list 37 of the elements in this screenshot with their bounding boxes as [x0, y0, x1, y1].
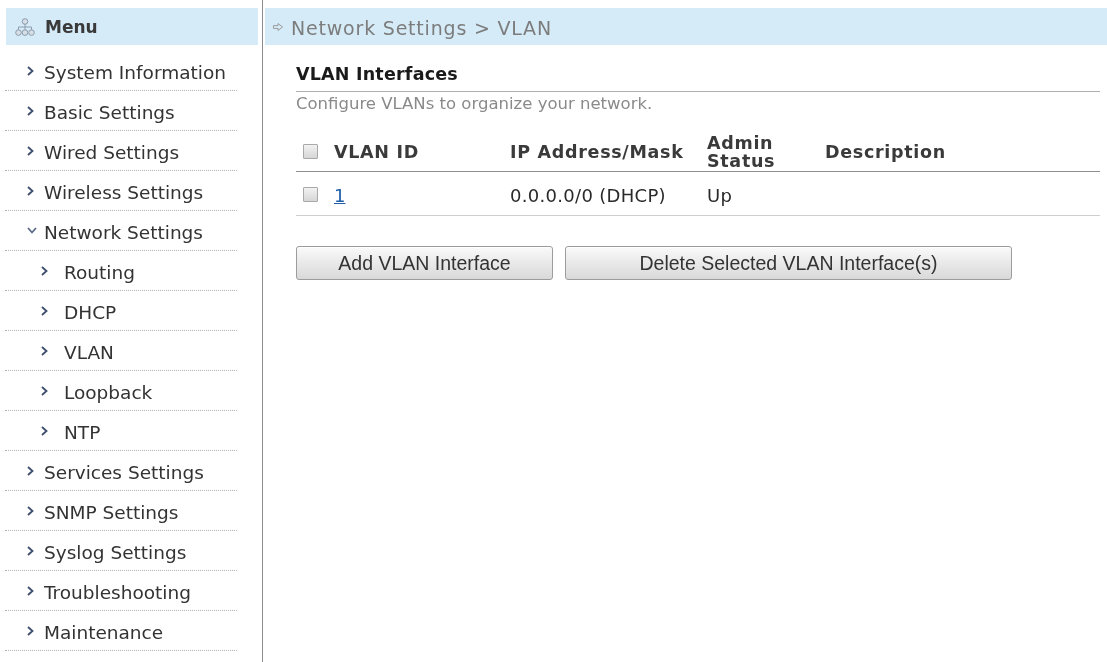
vlan-id-link[interactable]: 1 — [334, 181, 346, 206]
chevron-right-icon — [41, 345, 48, 356]
submenu-item[interactable]: DHCP — [5, 291, 237, 331]
submenu-item[interactable]: Routing — [5, 251, 237, 291]
chevron-right-icon — [41, 425, 48, 436]
row-checkbox[interactable] — [303, 187, 318, 202]
column-header: IP Address/Mask — [510, 142, 685, 161]
chevron-right-icon — [41, 305, 48, 316]
sitemap-icon — [15, 17, 35, 36]
section-title: VLAN Interfaces — [296, 45, 1100, 92]
menu-item[interactable]: Maintenance — [5, 611, 237, 651]
menu-item[interactable]: Wireless Settings — [5, 171, 237, 211]
menu-item[interactable]: Wired Settings — [5, 131, 237, 171]
column-header: Description — [825, 142, 947, 161]
section-description: Configure VLANs to organize your network. — [296, 95, 654, 113]
delete-button[interactable]: Delete Selected VLAN Interface(s) — [565, 246, 1012, 280]
menu-item[interactable]: Troubleshooting — [5, 571, 237, 611]
arrow-icon — [273, 22, 283, 31]
add-button[interactable]: Add VLAN Interface — [296, 246, 553, 280]
submenu-item[interactable]: VLAN — [5, 331, 237, 371]
column-header: VLAN ID — [334, 142, 420, 161]
ip-address-cell-text: 0.0.0.0/0 (DHCP) — [510, 184, 666, 206]
menu-item[interactable]: System Information — [5, 51, 237, 91]
menu-title: Menu — [45, 16, 98, 37]
menu-item[interactable]: Services Settings — [5, 451, 237, 491]
select-all-checkbox[interactable] — [303, 144, 318, 159]
chevron-right-icon — [41, 385, 48, 396]
menu-item[interactable]: Syslog Settings — [5, 531, 237, 571]
submenu-item[interactable]: NTP — [5, 411, 237, 451]
menu-item[interactable]: Network Settings — [5, 211, 237, 251]
admin-status-cell-text: Up — [707, 184, 733, 206]
column-header: Admin Status — [707, 133, 777, 170]
menu-item[interactable]: SNMP Settings — [5, 491, 237, 531]
menu-item[interactable]: Basic Settings — [5, 91, 237, 131]
breadcrumb: Network Settings > VLAN — [291, 15, 552, 39]
chevron-right-icon — [41, 265, 48, 276]
submenu-item[interactable]: Loopback — [5, 371, 237, 411]
